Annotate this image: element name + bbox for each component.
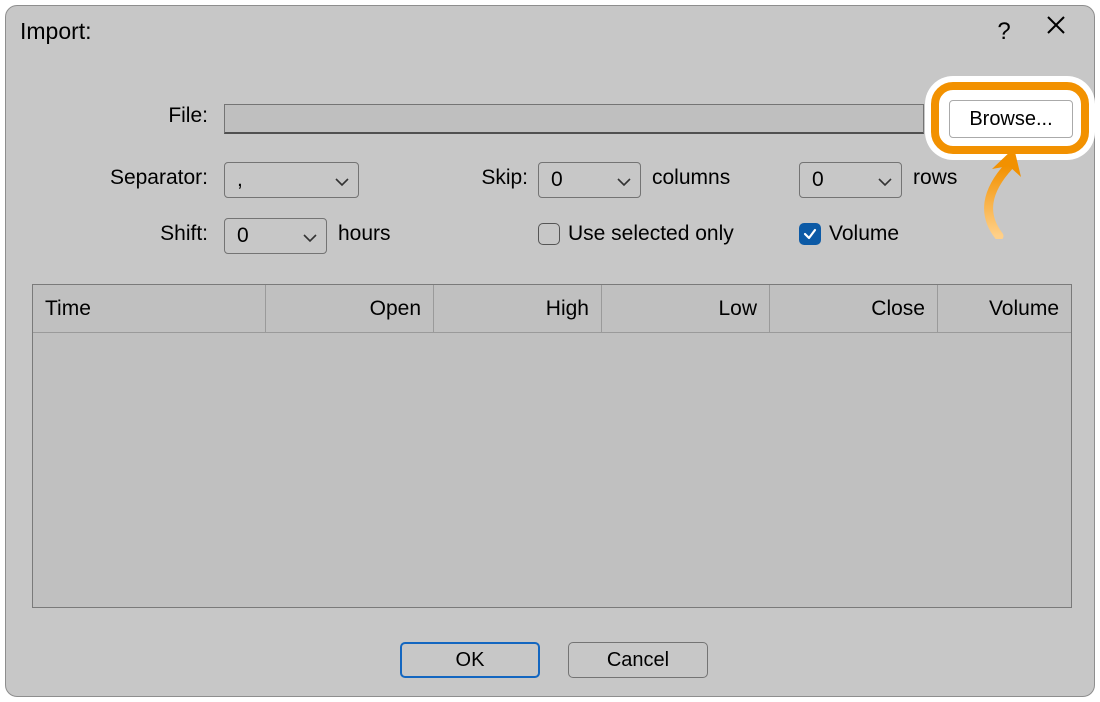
chevron-down-icon <box>302 228 318 244</box>
file-path-input[interactable] <box>224 104 924 134</box>
column-volume[interactable]: Volume <box>938 285 1071 333</box>
shift-value: 0 <box>237 224 249 248</box>
import-dialog: Import: ? File: Browse... Separator: , <box>5 5 1095 697</box>
column-close[interactable]: Close <box>770 285 938 333</box>
chevron-down-icon <box>616 172 632 188</box>
column-open[interactable]: Open <box>266 285 434 333</box>
checkbox-checked-icon <box>799 223 821 245</box>
skip-rows-select[interactable]: 0 <box>799 162 902 198</box>
checkbox-icon <box>538 223 560 245</box>
skip-columns-select[interactable]: 0 <box>538 162 641 198</box>
volume-checkbox[interactable]: Volume <box>799 222 899 246</box>
use-selected-only-label: Use selected only <box>568 222 734 246</box>
skip-columns-value: 0 <box>551 168 563 192</box>
browse-highlight: Browse... <box>925 76 1095 160</box>
ok-button[interactable]: OK <box>400 642 540 678</box>
column-high[interactable]: High <box>434 285 602 333</box>
close-icon[interactable] <box>1036 14 1076 50</box>
skip-rows-label: rows <box>913 166 957 190</box>
chevron-down-icon <box>877 172 893 188</box>
table-header: Time Open High Low Close Volume <box>33 285 1071 333</box>
separator-label: Separator: <box>110 166 208 190</box>
browse-button[interactable]: Browse... <box>949 100 1073 138</box>
file-label: File: <box>168 104 208 128</box>
separator-value: , <box>237 168 243 192</box>
skip-columns-label: columns <box>652 166 730 190</box>
chevron-down-icon <box>334 172 350 188</box>
dialog-title: Import: <box>20 18 92 45</box>
cancel-button[interactable]: Cancel <box>568 642 708 678</box>
skip-rows-value: 0 <box>812 168 824 192</box>
preview-table[interactable]: Time Open High Low Close Volume <box>32 284 1072 608</box>
shift-label: Shift: <box>160 222 208 246</box>
shift-select[interactable]: 0 <box>224 218 327 254</box>
use-selected-only-checkbox[interactable]: Use selected only <box>538 222 734 246</box>
volume-label: Volume <box>829 222 899 246</box>
column-low[interactable]: Low <box>602 285 770 333</box>
title-bar: Import: ? <box>6 6 1094 56</box>
separator-select[interactable]: , <box>224 162 359 198</box>
column-time[interactable]: Time <box>33 285 266 333</box>
help-icon[interactable]: ? <box>984 14 1024 50</box>
shift-unit-label: hours <box>338 222 391 246</box>
skip-label: Skip: <box>481 166 528 190</box>
